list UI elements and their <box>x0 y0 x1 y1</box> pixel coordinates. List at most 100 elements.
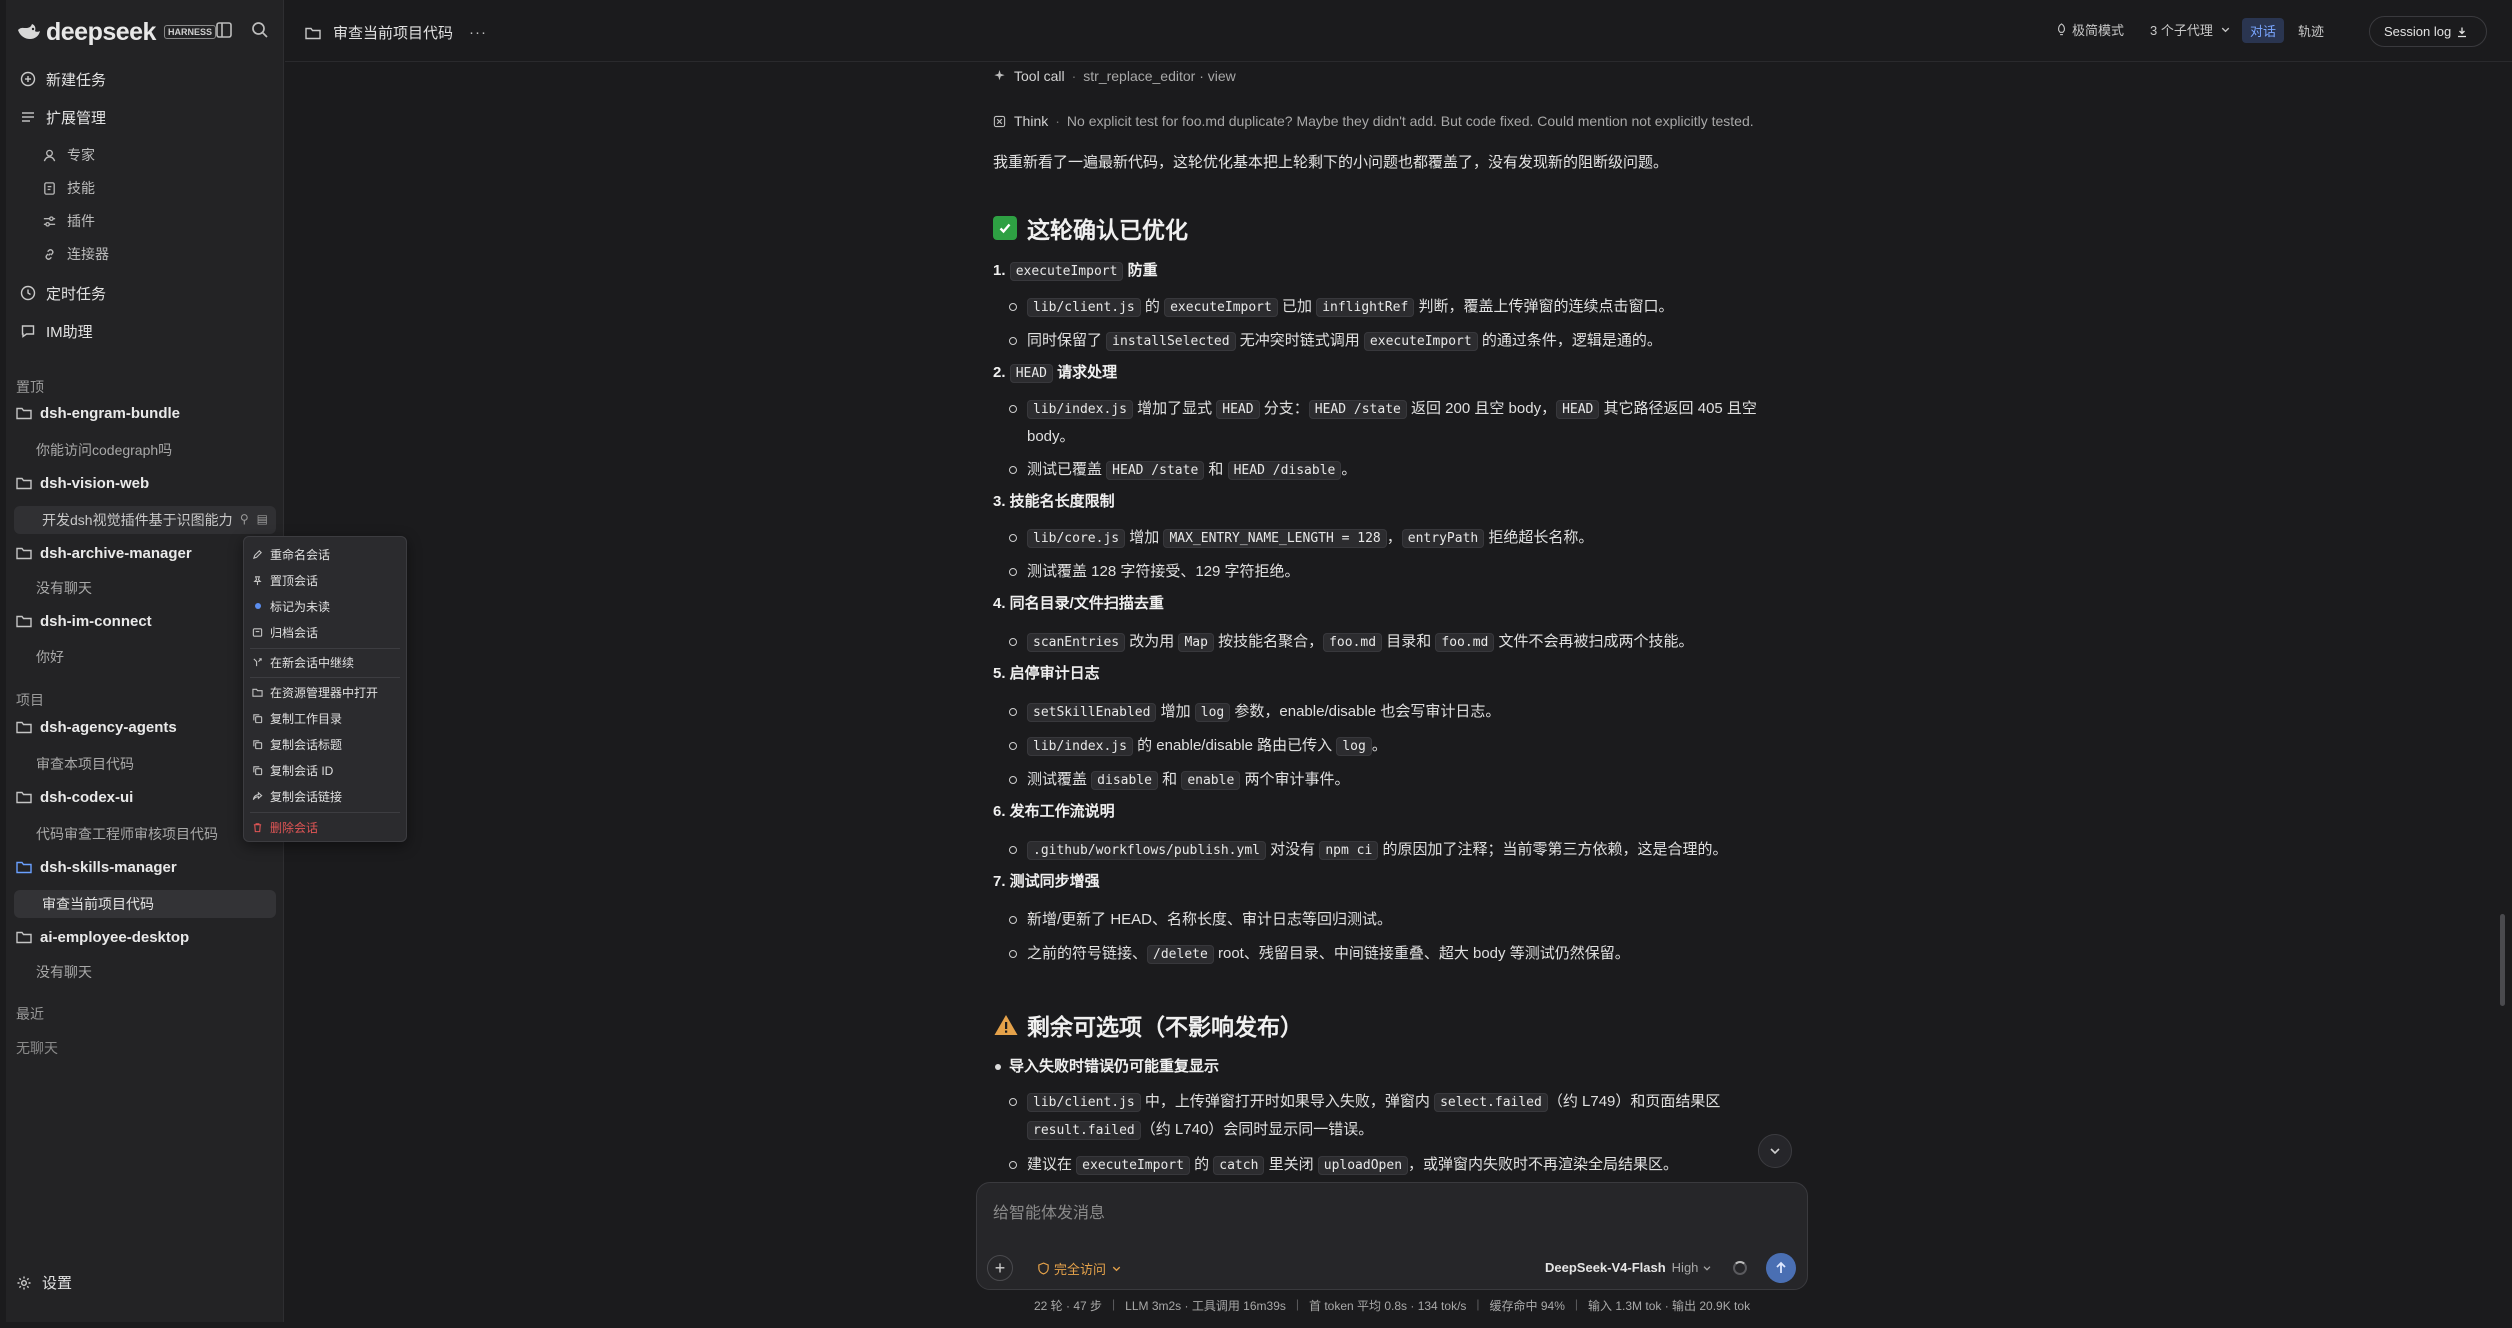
chevron-down-icon <box>1770 1148 1780 1155</box>
search-icon[interactable] <box>250 20 270 40</box>
nav-skills[interactable]: 技能 <box>42 174 262 202</box>
menu-copy-id[interactable]: 复制会话 ID <box>252 760 402 780</box>
access-mode-dropdown[interactable]: 完全访问 <box>1037 1259 1127 1278</box>
folder-icon <box>16 477 32 490</box>
menu-copy-link[interactable]: 复制会话链接 <box>252 786 402 806</box>
tab-trace[interactable]: 轨迹 <box>2298 21 2324 40</box>
project-item-active[interactable]: dsh-skills-manager <box>16 853 276 881</box>
bullet-item: 导入失败时错误仍可能重复显示 <box>993 1055 1219 1079</box>
project-item[interactable]: dsh-codex-ui <box>16 783 276 811</box>
brand-name: deepseek <box>46 17 156 46</box>
conversation-item[interactable]: 你能访问codegraph吗 <box>36 436 276 464</box>
speed-mode-toggle[interactable]: 极简模式 <box>2055 20 2124 39</box>
subagents-label: 3 个子代理 <box>2150 23 2213 38</box>
chevron-down-icon <box>1703 1265 1711 1271</box>
status-cache: 缓存命中 94% <box>1489 1299 1565 1313</box>
sparkle-icon <box>994 69 1005 80</box>
chevron-down-icon <box>1112 1266 1121 1272</box>
trash-icon <box>253 822 262 832</box>
nav-im[interactable]: IM助理 <box>14 316 274 346</box>
nav-connectors[interactable]: 连接器 <box>42 240 262 268</box>
nav-scheduled[interactable]: 定时任务 <box>14 278 274 308</box>
menu-copy-link-label: 复制会话链接 <box>270 789 343 804</box>
nav-im-label: IM助理 <box>46 323 93 341</box>
list-item: 测试覆盖 disable 和 enable 两个审计事件。 <box>1009 766 1779 794</box>
conversation-empty: 没有聊天 <box>36 580 92 596</box>
list-icon <box>22 112 34 122</box>
nav-ext-mgmt-label: 扩展管理 <box>46 109 107 127</box>
nav-experts[interactable]: 专家 <box>42 141 262 169</box>
tool-call-value: str_replace_editor · view <box>1083 68 1236 84</box>
plus-circle-icon <box>20 71 36 87</box>
sidebar-toggle-icon[interactable] <box>214 20 234 40</box>
menu-archive-label: 归档会话 <box>270 625 319 640</box>
menu-divider <box>250 812 400 813</box>
send-button[interactable] <box>1766 1253 1796 1283</box>
settings-button[interactable]: 设置 <box>16 1272 72 1293</box>
whale-logo-icon <box>18 24 40 39</box>
unread-dot-icon <box>255 603 261 609</box>
pin-icon[interactable]: ⚲ <box>240 512 249 526</box>
page-title: 审查当前项目代码 <box>333 25 454 42</box>
scrollbar-thumb[interactable] <box>2500 914 2505 1006</box>
archive-icon[interactable]: ▤ <box>257 512 268 526</box>
session-log-button[interactable]: Session log <box>2369 16 2488 47</box>
reasoning-level: High <box>1671 1260 1699 1275</box>
menu-delete[interactable]: 删除会话 <box>252 817 402 837</box>
message-input[interactable]: 给智能体发消息 <box>993 1199 1105 1223</box>
menu-continue-new[interactable]: 在新会话中继续 <box>252 652 402 672</box>
menu-copy-title[interactable]: 复制会话标题 <box>252 734 402 754</box>
conversation-item[interactable]: 代码审查工程师审核项目代码 <box>36 820 276 848</box>
tool-call-label: Tool call <box>1014 68 1065 84</box>
list-item: lib/index.js 增加了显式 HEAD 分支： HEAD /state 返… <box>1009 395 1779 450</box>
project-item[interactable]: dsh-archive-manager <box>16 539 276 567</box>
status-token: 首 token 平均 0.8s · 134 tok/s <box>1309 1299 1467 1313</box>
message-composer[interactable]: 给智能体发消息 + 完全访问 DeepSeek-V4-Flash High <box>976 1182 1808 1290</box>
menu-copy-workdir[interactable]: 复制工作目录 <box>252 708 402 728</box>
list-item: lib/core.js 增加 MAX_ENTRY_NAME_LENGTH = 1… <box>1009 524 1779 552</box>
think-line[interactable]: Think · No explicit test for foo.md dupl… <box>993 113 1754 129</box>
section-heading-confirmed: 这轮确认已优化 <box>993 211 1188 245</box>
download-icon <box>2458 27 2467 37</box>
nav-plugins[interactable]: 插件 <box>42 207 262 235</box>
status-llm: LLM 3m2s · 工具调用 16m39s <box>1125 1299 1286 1313</box>
breadcrumb: 审查当前项目代码 ··· <box>305 22 487 43</box>
arrow-up-icon <box>1776 1261 1786 1273</box>
project-item[interactable]: dsh-im-connect <box>16 607 276 635</box>
project-item[interactable]: ai-employee-desktop <box>16 923 276 951</box>
conversation-item-hovered[interactable]: 开发dsh视觉插件基于识图能力 ⚲ ▤ <box>14 506 276 534</box>
nav-new-task[interactable]: 新建任务 <box>14 64 274 94</box>
model-selector[interactable]: DeepSeek-V4-Flash High <box>1545 1260 1713 1275</box>
conversation-item[interactable]: 审查本项目代码 <box>36 750 276 778</box>
add-attachment-button[interactable]: + <box>987 1255 1013 1281</box>
nav-ext-mgmt[interactable]: 扩展管理 <box>14 102 274 132</box>
menu-pin[interactable]: 置顶会话 <box>252 570 402 590</box>
menu-archive[interactable]: 归档会话 <box>252 622 402 642</box>
project-item[interactable]: dsh-engram-bundle <box>16 399 276 427</box>
project-item[interactable]: dsh-vision-web <box>16 469 276 497</box>
warning-icon <box>994 1015 1018 1035</box>
scroll-to-bottom-button[interactable] <box>1758 1134 1792 1168</box>
tab-dialog[interactable]: 对话 <box>2242 18 2285 43</box>
menu-copy-title-label: 复制会话标题 <box>270 737 343 752</box>
conversation-tools: ⚲ ▤ <box>240 512 268 526</box>
chat-bubble-icon <box>21 325 35 338</box>
menu-divider <box>250 677 400 678</box>
project-item[interactable]: dsh-agency-agents <box>16 713 276 741</box>
conversation-item[interactable]: 你好 <box>36 643 276 671</box>
subagents-dropdown[interactable]: 3 个子代理 <box>2150 20 2232 39</box>
tool-call-line[interactable]: Tool call · str_replace_editor · view <box>993 68 1236 84</box>
conversation-item-selected[interactable]: 审查当前项目代码 <box>14 890 276 918</box>
copy-icon <box>253 739 263 749</box>
settings-label: 设置 <box>42 1275 73 1292</box>
menu-rename-label: 重命名会话 <box>270 547 331 562</box>
nav-new-task-label: 新建任务 <box>46 71 107 89</box>
menu-open-explorer[interactable]: 在资源管理器中打开 <box>252 682 402 702</box>
more-options-button[interactable]: ··· <box>469 24 487 41</box>
menu-mark-unread[interactable]: 标记为未读 <box>252 596 402 616</box>
menu-rename[interactable]: 重命名会话 <box>252 544 402 564</box>
copy-icon <box>253 713 263 723</box>
clock-icon <box>20 285 36 301</box>
think-value: No explicit test for foo.md duplicate? M… <box>1066 113 1754 129</box>
chevron-down-icon <box>2221 27 2230 33</box>
